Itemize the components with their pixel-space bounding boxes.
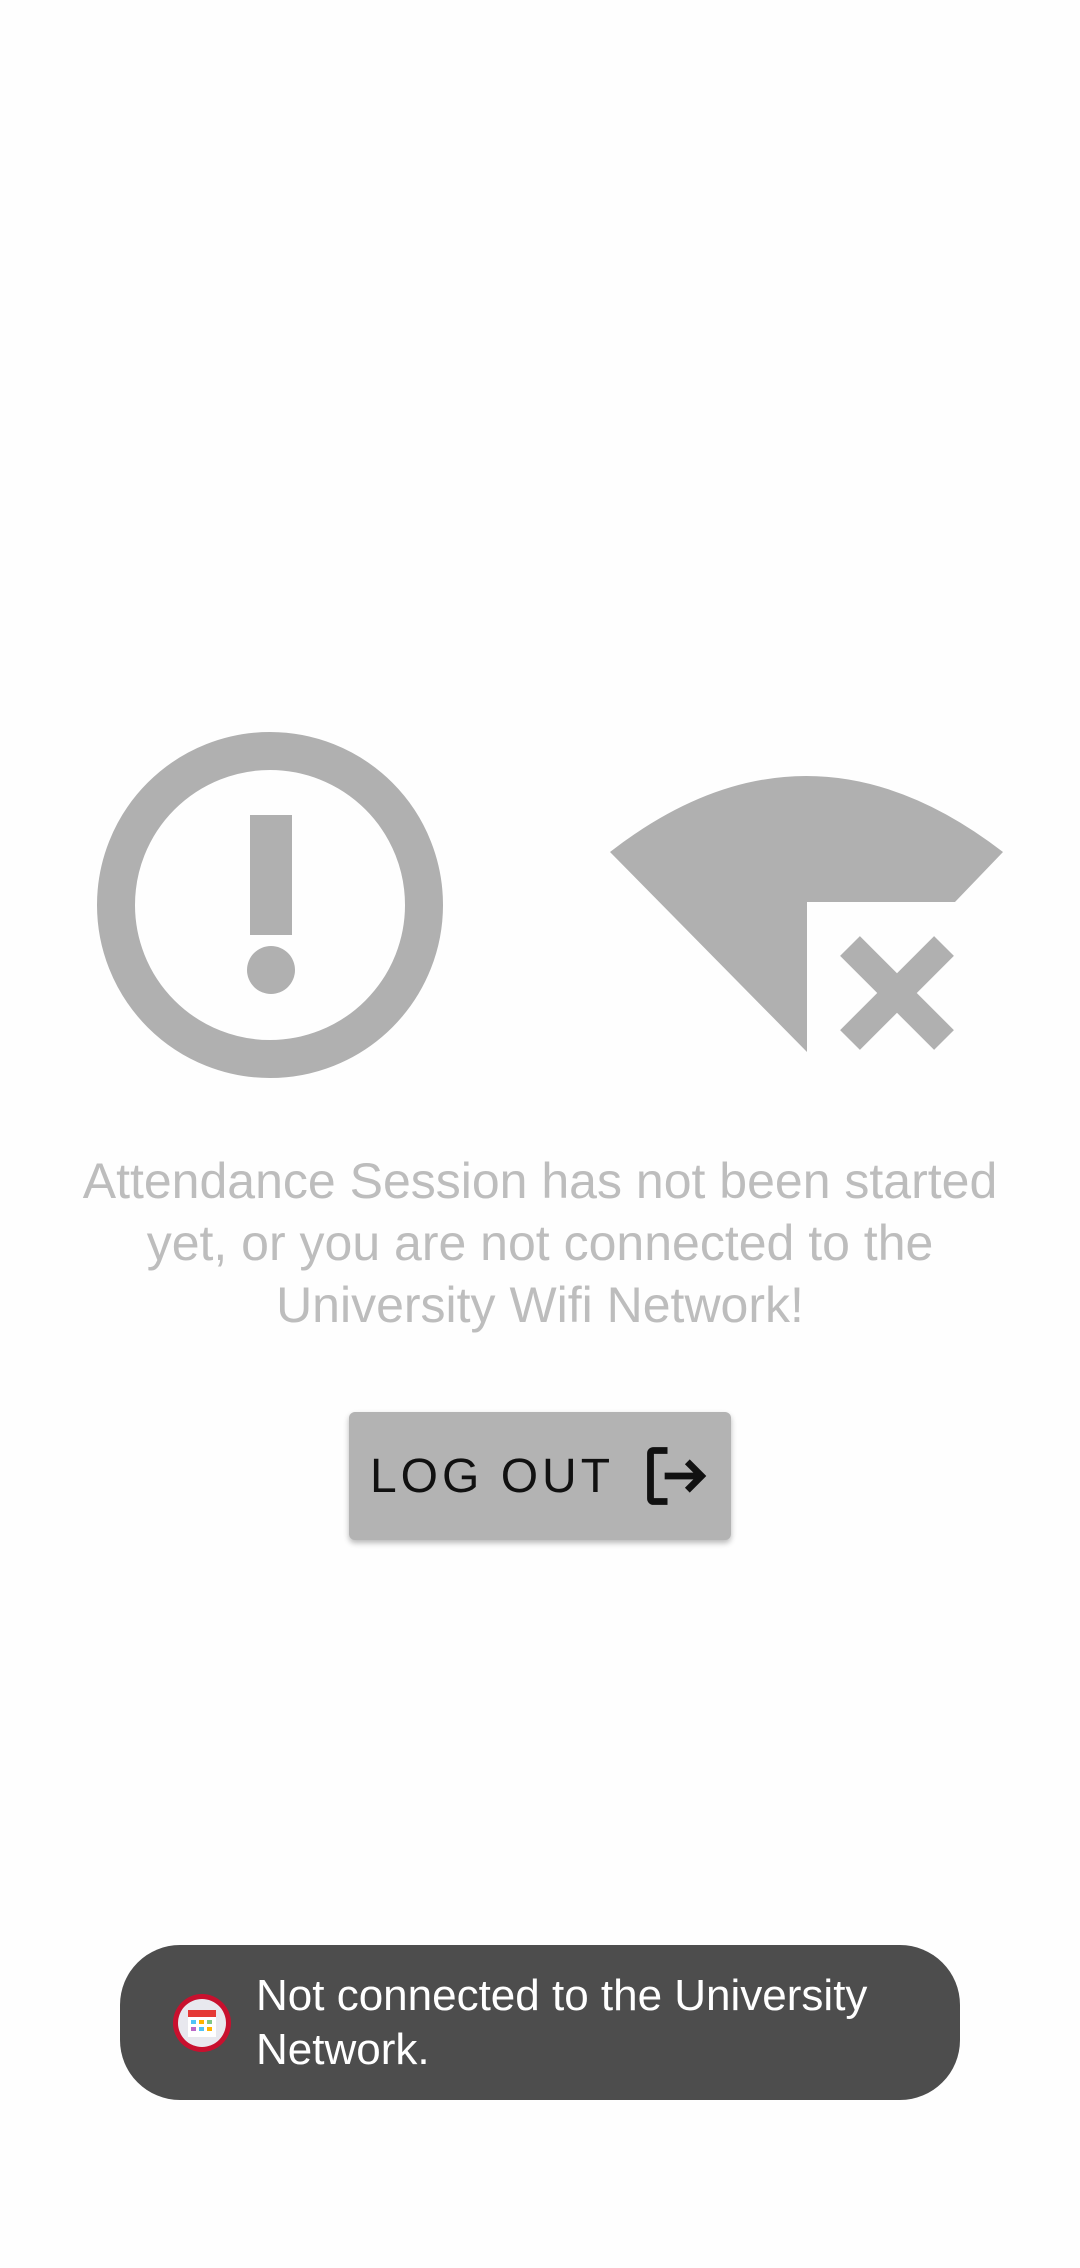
attendance-screen: Attendance Session has not been started …	[0, 0, 1080, 2268]
status-message: Attendance Session has not been started …	[82, 1153, 998, 1333]
toast-notification: Not connected to the University Network.	[120, 1945, 960, 2100]
logout-button-label: LOG OUT	[369, 1449, 615, 1503]
calendar-app-icon	[172, 1993, 232, 2053]
logout-button[interactable]: LOG OUT	[349, 1412, 731, 1540]
logout-icon	[642, 1442, 710, 1510]
toast-message: Not connected to the University Network.	[256, 1970, 868, 2074]
alert-circle-icon	[95, 730, 445, 1080]
wifi-off-icon	[610, 770, 1010, 1055]
